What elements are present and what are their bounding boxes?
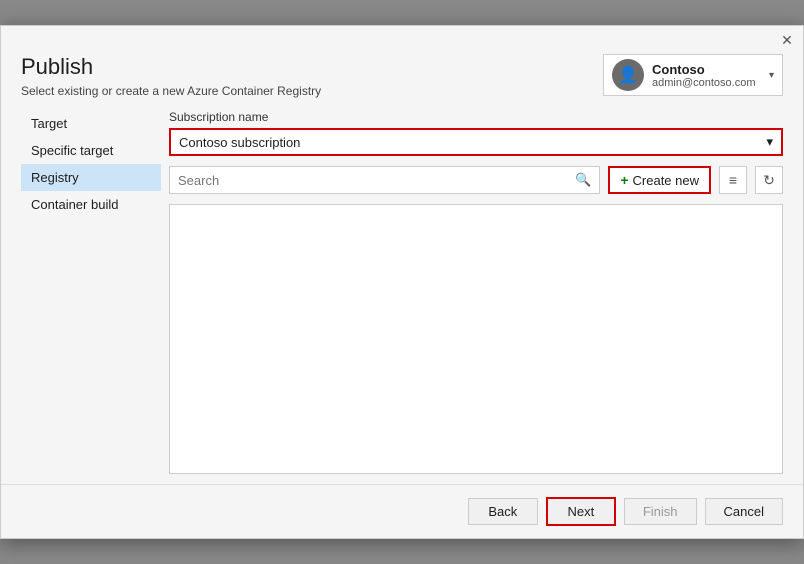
user-name: Contoso bbox=[652, 62, 761, 77]
sidebar-label-target: Target bbox=[31, 116, 67, 131]
sidebar-item-target[interactable]: Target bbox=[21, 110, 161, 137]
subscription-chevron-icon: ▾ bbox=[766, 134, 773, 150]
sidebar-item-specific-target[interactable]: Specific target bbox=[21, 137, 161, 164]
next-button[interactable]: Next bbox=[546, 497, 616, 526]
subscription-dropdown[interactable]: Contoso subscription ▾ bbox=[169, 128, 783, 156]
plus-icon: + bbox=[620, 172, 628, 188]
toolbar-row: 🔍 + Create new ≡ ↻ bbox=[169, 166, 783, 194]
list-view-button[interactable]: ≡ bbox=[719, 166, 747, 194]
close-button[interactable]: ✕ bbox=[779, 32, 795, 48]
sidebar-label-container-build: Container build bbox=[31, 197, 118, 212]
subscription-value: Contoso subscription bbox=[179, 135, 300, 150]
subscription-row: Subscription name Contoso subscription ▾ bbox=[169, 110, 783, 156]
search-input[interactable] bbox=[178, 173, 569, 188]
create-new-button[interactable]: + Create new bbox=[608, 166, 711, 194]
title-bar: ✕ bbox=[1, 26, 803, 48]
dialog-subtitle: Select existing or create a new Azure Co… bbox=[21, 84, 321, 98]
subscription-label: Subscription name bbox=[169, 110, 783, 124]
search-box[interactable]: 🔍 bbox=[169, 166, 600, 194]
sidebar-label-registry: Registry bbox=[31, 170, 79, 185]
user-email: admin@contoso.com bbox=[652, 77, 761, 89]
publish-dialog: ✕ Publish Select existing or create a ne… bbox=[0, 25, 804, 539]
avatar-icon: 👤 bbox=[618, 65, 638, 85]
registry-list[interactable] bbox=[169, 204, 783, 474]
cancel-button[interactable]: Cancel bbox=[705, 498, 783, 525]
dialog-title: Publish bbox=[21, 54, 321, 80]
sidebar-label-specific-target: Specific target bbox=[31, 143, 113, 158]
user-panel[interactable]: 👤 Contoso admin@contoso.com ▾ bbox=[603, 54, 783, 96]
back-button[interactable]: Back bbox=[468, 498, 538, 525]
sidebar-item-container-build[interactable]: Container build bbox=[21, 191, 161, 218]
refresh-button[interactable]: ↻ bbox=[755, 166, 783, 194]
search-icon: 🔍 bbox=[575, 172, 591, 188]
header-left: Publish Select existing or create a new … bbox=[21, 54, 321, 98]
user-dropdown-chevron: ▾ bbox=[769, 70, 774, 81]
sidebar-item-registry[interactable]: Registry bbox=[21, 164, 161, 191]
list-icon: ≡ bbox=[729, 172, 737, 188]
sidebar: Target Specific target Registry Containe… bbox=[21, 110, 169, 474]
avatar: 👤 bbox=[612, 59, 644, 91]
content-area: Subscription name Contoso subscription ▾… bbox=[169, 110, 783, 474]
header-section: Publish Select existing or create a new … bbox=[1, 48, 803, 110]
footer: Back Next Finish Cancel bbox=[1, 484, 803, 538]
refresh-icon: ↻ bbox=[763, 172, 775, 189]
main-content: Target Specific target Registry Containe… bbox=[1, 110, 803, 474]
create-new-label: Create new bbox=[633, 173, 699, 188]
user-info: Contoso admin@contoso.com bbox=[652, 62, 761, 89]
finish-button[interactable]: Finish bbox=[624, 498, 697, 525]
